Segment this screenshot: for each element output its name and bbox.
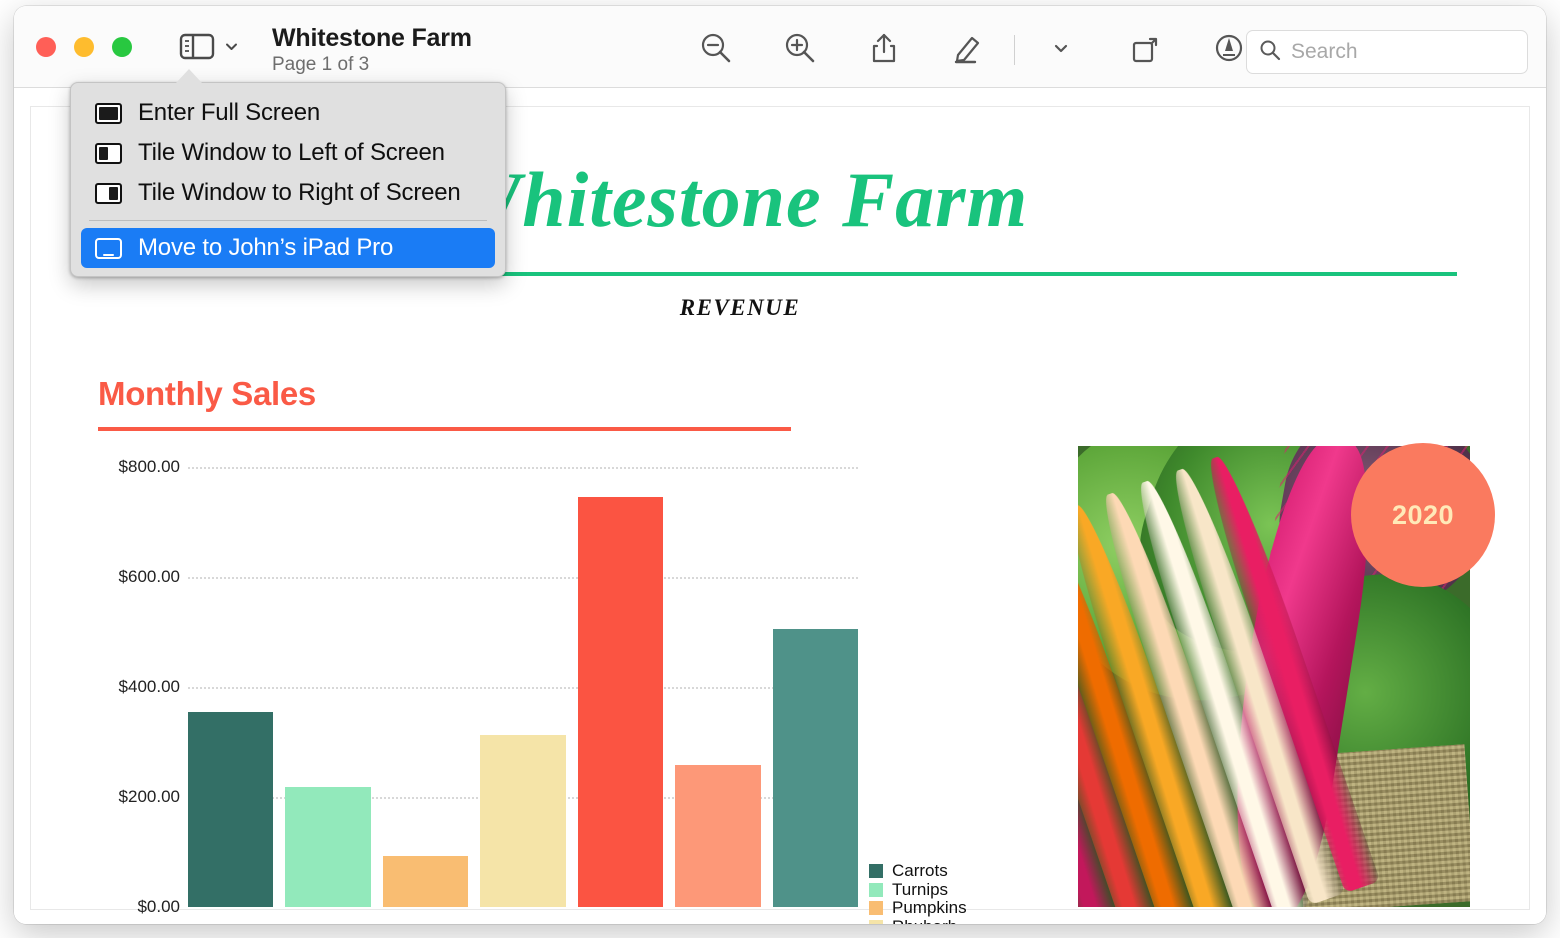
close-button[interactable] xyxy=(36,37,56,57)
sidebar-toggle-button[interactable] xyxy=(179,32,239,61)
window-tile-left-icon xyxy=(95,143,122,164)
y-tick-label: $800.00 xyxy=(119,457,180,477)
y-tick-label: $200.00 xyxy=(119,787,180,807)
chart-bar-eggs xyxy=(675,765,760,907)
chevron-down-icon xyxy=(1051,38,1071,63)
markup-button[interactable] xyxy=(926,28,1010,72)
monthly-sales-chart: $0.00$200.00$400.00$600.00$800.00 xyxy=(98,467,858,907)
search-field[interactable]: Search xyxy=(1246,30,1528,74)
menu-item-label: Tile Window to Right of Screen xyxy=(138,179,461,207)
screen: Whitestone Farm Page 1 of 3 xyxy=(0,0,1560,938)
markup-more-button[interactable] xyxy=(1019,28,1103,72)
legend-swatch xyxy=(869,901,883,915)
menu-item-move-to-john-s-ipad-pro[interactable]: Move to John’s iPad Pro xyxy=(81,228,495,268)
legend-item: Carrots xyxy=(869,862,967,881)
window-full-icon xyxy=(95,103,122,124)
annotate-icon xyxy=(1212,31,1246,70)
zoom-out-icon xyxy=(699,31,733,70)
share-icon xyxy=(867,31,901,70)
window-tile-right-icon xyxy=(95,183,122,204)
fullscreen-button[interactable] xyxy=(112,37,132,57)
chart-bar-turnips xyxy=(285,787,370,907)
chart-legend: CarrotsTurnipsPumpkinsRhubarbBeefEggsMil… xyxy=(869,862,967,924)
document-title-block: Whitestone Farm Page 1 of 3 xyxy=(272,24,472,76)
search-input[interactable]: Search xyxy=(1291,40,1358,64)
toolbar xyxy=(674,28,1271,72)
zoom-in-icon xyxy=(783,31,817,70)
zoom-out-button[interactable] xyxy=(674,28,758,72)
window-options-menu: Enter Full Screen Tile Window to Left of … xyxy=(70,82,506,277)
page-indicator: Page 1 of 3 xyxy=(272,54,472,76)
toolbar-divider xyxy=(1014,35,1015,65)
rotate-button[interactable] xyxy=(1103,28,1187,72)
menu-item-tile-window-to-right-of-screen[interactable]: Tile Window to Right of Screen xyxy=(71,173,505,213)
y-tick-label: $600.00 xyxy=(119,567,180,587)
legend-label: Carrots xyxy=(892,861,948,881)
year-badge: 2020 xyxy=(1351,443,1495,587)
y-tick-label: $0.00 xyxy=(137,897,180,917)
chart-bar-pumpkins xyxy=(383,856,468,907)
page-title: Whitestone Farm xyxy=(272,24,472,53)
menu-item-label: Move to John’s iPad Pro xyxy=(138,234,393,262)
chart-bars xyxy=(188,467,858,907)
section-title: Monthly Sales xyxy=(98,375,316,413)
legend-label: Turnips xyxy=(892,880,948,900)
chart-plot-area xyxy=(188,467,858,907)
legend-label: Pumpkins xyxy=(892,898,967,918)
legend-swatch xyxy=(869,920,883,924)
sidebar-icon xyxy=(179,32,215,61)
document-header-subtitle: REVENUE xyxy=(31,295,1449,321)
chevron-down-icon xyxy=(224,39,239,54)
chart-bar-milk xyxy=(773,629,858,907)
section-rule xyxy=(98,427,791,431)
chart-bar-carrots xyxy=(188,712,273,907)
legend-item: Turnips xyxy=(869,881,967,900)
markup-pen-icon xyxy=(951,31,985,70)
share-button[interactable] xyxy=(842,28,926,72)
legend-item: Rhubarb xyxy=(869,918,967,925)
legend-item: Pumpkins xyxy=(869,899,967,918)
menu-separator xyxy=(89,220,487,221)
y-tick-label: $400.00 xyxy=(119,677,180,697)
legend-label: Rhubarb xyxy=(892,917,957,924)
search-icon xyxy=(1259,39,1281,66)
minimize-button[interactable] xyxy=(74,37,94,57)
chart-bar-beef xyxy=(578,497,663,907)
menu-item-label: Tile Window to Left of Screen xyxy=(138,139,445,167)
chart-bar-rhubarb xyxy=(480,735,565,907)
legend-swatch xyxy=(869,883,883,897)
menu-item-label: Enter Full Screen xyxy=(138,99,320,127)
menu-item-enter-full-screen[interactable]: Enter Full Screen xyxy=(71,93,505,133)
ipad-icon xyxy=(95,238,122,259)
legend-swatch xyxy=(869,864,883,878)
zoom-in-button[interactable] xyxy=(758,28,842,72)
window-titlebar: Whitestone Farm Page 1 of 3 xyxy=(14,6,1546,88)
menu-item-tile-window-to-left-of-screen[interactable]: Tile Window to Left of Screen xyxy=(71,133,505,173)
chart-y-axis: $0.00$200.00$400.00$600.00$800.00 xyxy=(98,467,180,907)
year-badge-label: 2020 xyxy=(1392,500,1454,531)
traffic-lights xyxy=(36,37,132,57)
rotate-icon xyxy=(1128,31,1162,70)
